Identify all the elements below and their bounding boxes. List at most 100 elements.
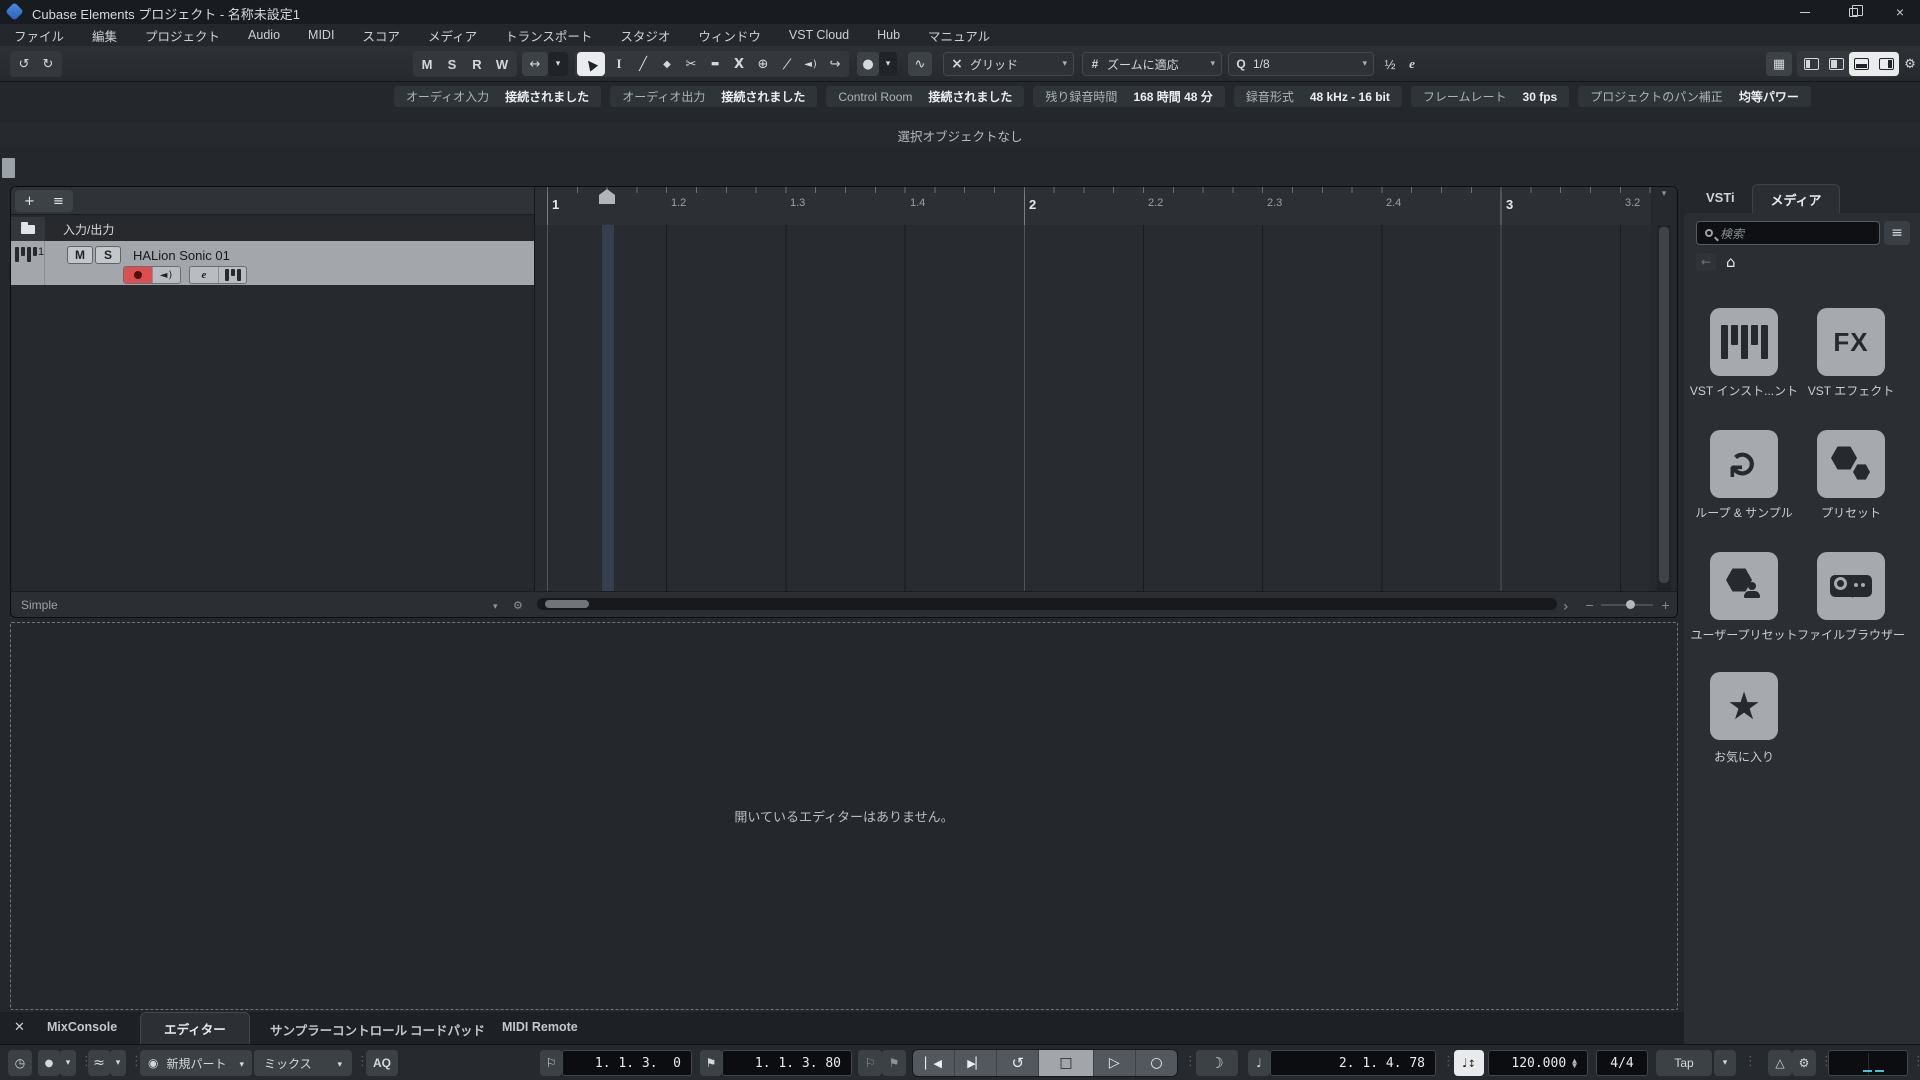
tempo-display[interactable]: 120.000 ▲ ▼ bbox=[1488, 1050, 1588, 1076]
zoom-in-button[interactable] bbox=[1661, 599, 1670, 612]
record-enable-button[interactable] bbox=[124, 267, 152, 283]
solo-all-button[interactable]: S bbox=[440, 52, 464, 76]
lower-zone-toggle[interactable] bbox=[1849, 52, 1874, 76]
autoscroll-options-dropdown[interactable] bbox=[548, 52, 568, 76]
quantize-dropdown[interactable]: Q 1/8 bbox=[1228, 52, 1374, 76]
tap-mode-dropdown[interactable] bbox=[1714, 1050, 1736, 1076]
tab-media[interactable]: メディア bbox=[1752, 184, 1840, 214]
read-automation-button[interactable]: R bbox=[465, 52, 489, 76]
primary-time-display[interactable]: 2. 1. 4. 78 bbox=[1270, 1050, 1436, 1076]
range-selection-tool[interactable] bbox=[607, 52, 631, 76]
tile-loops-samples[interactable]: ↻ bbox=[1710, 430, 1778, 498]
tile-vst-instruments[interactable] bbox=[1710, 308, 1778, 376]
object-selection-tool[interactable] bbox=[577, 52, 605, 76]
instrument-track-row[interactable]: 1 M S HALion Sonic 01 e bbox=[11, 241, 534, 285]
right-locator-display[interactable]: 1. 1. 3. 80 bbox=[722, 1050, 852, 1076]
monitor-button[interactable] bbox=[152, 267, 180, 283]
menu-window[interactable]: ウィンドウ bbox=[698, 26, 761, 45]
event-display-area[interactable] bbox=[534, 225, 1651, 591]
left-zone-toggle[interactable] bbox=[1799, 52, 1824, 76]
menu-transport[interactable]: トランスポート bbox=[505, 26, 592, 45]
menu-edit[interactable]: 編集 bbox=[92, 26, 117, 45]
left-zone-wide-toggle[interactable] bbox=[1824, 52, 1849, 76]
swing-quantize-button[interactable]: ½ bbox=[1380, 52, 1400, 76]
quantize-panel-button[interactable]: e bbox=[1402, 52, 1422, 76]
mute-tool[interactable] bbox=[727, 52, 751, 76]
tab-midi-remote[interactable]: MIDI Remote bbox=[502, 1020, 578, 1034]
time-format-icon[interactable] bbox=[1248, 1050, 1270, 1076]
mute-all-button[interactable]: M bbox=[415, 52, 439, 76]
toolbar-setup-button[interactable] bbox=[1901, 52, 1919, 76]
go-to-end-button[interactable] bbox=[955, 1050, 998, 1076]
right-zone-toggle[interactable] bbox=[1874, 52, 1899, 76]
result-list-view-button[interactable] bbox=[1884, 221, 1910, 245]
timeline-ruler[interactable]: 1 1.2 1.3 1.4 2 2.2 2.3 2.4 3 3.2 bbox=[534, 187, 1652, 225]
folder-track-row[interactable]: 入力/出力 bbox=[11, 217, 534, 241]
time-display-options-button[interactable] bbox=[8, 1050, 32, 1076]
tab-editor[interactable]: エディター bbox=[140, 1012, 250, 1044]
tab-vsti[interactable]: VSTi bbox=[1706, 190, 1735, 205]
track-name[interactable]: HALion Sonic 01 bbox=[133, 248, 230, 263]
glue-tool[interactable] bbox=[703, 52, 727, 76]
common-record-mode-button[interactable] bbox=[38, 1050, 60, 1076]
split-tool[interactable] bbox=[679, 52, 703, 76]
tempo-track-toggle[interactable] bbox=[1454, 1050, 1484, 1076]
left-locator-display[interactable]: 1. 1. 3. 0 bbox=[562, 1050, 692, 1076]
edit-instrument-button[interactable] bbox=[218, 267, 246, 283]
record-mode-dropdown[interactable] bbox=[60, 1050, 76, 1076]
auto-quantize-button[interactable]: AQ bbox=[366, 1050, 398, 1076]
metronome-button[interactable] bbox=[1768, 1050, 1792, 1076]
preset-dropdown-icon[interactable] bbox=[493, 599, 498, 612]
horizontal-scroll-thumb[interactable] bbox=[545, 600, 589, 608]
menu-manual[interactable]: マニュアル bbox=[928, 26, 990, 45]
zoom-out-button[interactable] bbox=[1585, 599, 1594, 612]
line-tool[interactable] bbox=[775, 52, 799, 76]
tab-sampler-control[interactable]: サンプラーコントロール bbox=[270, 1020, 407, 1039]
audio-insert-mode-button[interactable]: ミックス bbox=[254, 1050, 352, 1076]
tile-presets[interactable] bbox=[1817, 430, 1885, 498]
zoom-slider[interactable] bbox=[1601, 600, 1653, 609]
tab-chord-pads[interactable]: コードパッド bbox=[410, 1020, 485, 1039]
punch-out-button[interactable] bbox=[882, 1050, 906, 1076]
tempo-spinner[interactable]: ▲ ▼ bbox=[1572, 1057, 1577, 1070]
ruler-options-button[interactable] bbox=[1657, 189, 1671, 219]
midi-record-mode-button[interactable]: 新規パート bbox=[140, 1050, 252, 1076]
feedback-tool[interactable] bbox=[823, 52, 847, 76]
left-zone-divider-handle[interactable] bbox=[2, 158, 15, 178]
maximize-button[interactable] bbox=[1833, 0, 1873, 24]
record-button[interactable] bbox=[1136, 1050, 1177, 1076]
edit-channel-button[interactable]: e bbox=[190, 267, 218, 283]
track-preset-button[interactable] bbox=[53, 194, 64, 209]
menu-file[interactable]: ファイル bbox=[14, 26, 64, 45]
tile-vst-effects[interactable]: FX bbox=[1817, 308, 1885, 376]
menu-audio[interactable]: Audio bbox=[248, 28, 280, 42]
play-tool[interactable] bbox=[799, 52, 823, 76]
menu-score[interactable]: スコア bbox=[362, 26, 400, 45]
cycle-button[interactable] bbox=[997, 1050, 1040, 1076]
add-track-button[interactable] bbox=[24, 194, 35, 209]
autoscroll-button[interactable] bbox=[522, 52, 548, 76]
audio-record-mode-button[interactable] bbox=[88, 1050, 110, 1076]
scroll-right-button[interactable] bbox=[1563, 599, 1569, 615]
tile-user-presets[interactable] bbox=[1710, 552, 1778, 620]
erase-tool[interactable] bbox=[655, 52, 679, 76]
vertical-scroll-thumb[interactable] bbox=[1659, 227, 1669, 583]
grid-type-dropdown[interactable]: # ズームに適応 bbox=[1082, 52, 1222, 76]
horizontal-scrollbar[interactable] bbox=[537, 598, 1557, 610]
go-to-right-locator-button[interactable] bbox=[700, 1050, 722, 1076]
automation-panel-button[interactable] bbox=[908, 52, 932, 76]
stop-button[interactable] bbox=[1039, 1050, 1094, 1076]
menu-media[interactable]: メディア bbox=[428, 26, 477, 45]
tap-tempo-button[interactable]: Tap bbox=[1656, 1050, 1712, 1076]
write-automation-button[interactable]: W bbox=[490, 52, 514, 76]
punch-in-button[interactable] bbox=[858, 1050, 882, 1076]
go-to-left-locator-button[interactable] bbox=[540, 1050, 562, 1076]
track-mute-button[interactable]: M bbox=[67, 246, 93, 264]
tile-favorites[interactable]: ★ bbox=[1710, 672, 1778, 740]
redo-button[interactable] bbox=[36, 52, 60, 76]
lower-zone-editor[interactable]: 開いているエディターはありません。 bbox=[10, 622, 1678, 1010]
draw-tool[interactable] bbox=[631, 52, 655, 76]
menu-studio[interactable]: スタジオ bbox=[620, 26, 670, 45]
time-signature-display[interactable]: 4/4 bbox=[1596, 1050, 1648, 1076]
menu-vst-cloud[interactable]: VST Cloud bbox=[789, 28, 849, 42]
